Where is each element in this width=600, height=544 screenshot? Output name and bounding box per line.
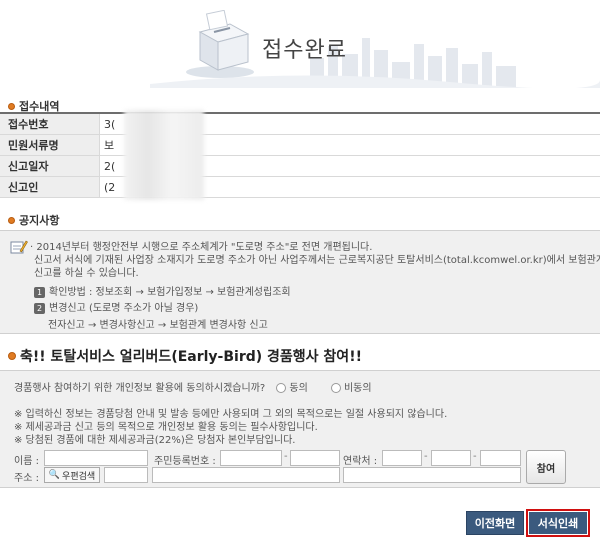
notice-step-1: 1 확인방법 : 정보조회 → 보험가입정보 → 보험관계성립조회 [34, 283, 291, 298]
print-form-button[interactable]: 서식인쇄 [526, 509, 590, 537]
event-title: 축!! 토탈서비스 얼리버드(Early-Bird) 경품행사 참여!! [8, 346, 362, 366]
rrn-back-input[interactable] [290, 450, 340, 466]
disagree-radio[interactable] [330, 383, 341, 393]
previous-screen-button[interactable]: 이전화면 [466, 511, 524, 535]
page-title: 접수완료 [262, 38, 347, 63]
notice-step-2: 2 변경신고 (도로명 주소가 아닐 경우) [34, 299, 198, 314]
mailbox-icon [186, 10, 254, 78]
row-label: 신고일자 [0, 156, 100, 176]
step-1-text: 확인방법 : 정보조회 → 보험가입정보 → 보험관계성립조회 [49, 287, 291, 298]
notice-section-label: 공지사항 [19, 214, 60, 227]
table-row: 신고인 (2 [0, 177, 600, 198]
join-button[interactable]: 참여 [526, 450, 566, 484]
table-row: 접수번호 3( [0, 114, 600, 135]
address-label: 주소 : [14, 473, 39, 484]
contact-label: 연락처 : [343, 456, 378, 467]
search-icon: 🔍 [48, 470, 61, 480]
consent-question-text: 경품행사 참여하기 위한 개인정보 활용에 동의하시겠습니까? [14, 383, 266, 394]
row-label: 신고인 [0, 177, 100, 197]
bullet-icon [8, 216, 15, 224]
event-note-3: ※ 당첨된 경품에 대한 제세공과금(22%)은 당첨자 본인부담입니다. [14, 435, 296, 446]
notice-box: · 2014년부터 행정안전부 시행으로 주소체계가 "도로명 주소"로 전면 … [0, 230, 600, 334]
name-input[interactable] [44, 450, 148, 466]
step-2-text: 변경신고 (도로명 주소가 아닐 경우) [49, 303, 199, 314]
name-label: 이름 : [14, 456, 39, 467]
rrn-label: 주민등록번호 : [154, 456, 216, 467]
consent-question: 경품행사 참여하기 위한 개인정보 활용에 동의하시겠습니까? 동의 비동의 [14, 379, 372, 394]
bullet-icon [8, 102, 15, 110]
phone-2-input[interactable] [431, 450, 471, 466]
page-header: 접수완료 [0, 0, 600, 88]
zip-search-label: 우편검색 [62, 471, 96, 482]
memo-pencil-icon [10, 240, 28, 254]
zip-search-button[interactable]: 🔍 우편검색 [44, 467, 100, 483]
step-number-badge: 2 [34, 302, 45, 314]
event-title-text: 축!! 토탈서비스 얼리버드(Early-Bird) 경품행사 참여!! [20, 349, 362, 365]
notice-line-3: 신고를 하실 수 있습니다. [34, 268, 139, 279]
bullet-icon [8, 352, 16, 360]
phone-dash-2: - [473, 451, 477, 462]
redaction-blur [124, 110, 204, 200]
step-number-badge: 1 [34, 286, 45, 298]
row-label: 민원서류명 [0, 135, 100, 155]
rrn-dash: - [284, 451, 288, 462]
receipt-table: 접수번호 3( 민원서류명 보 신고일자 2( 신고인 (2 [0, 112, 600, 198]
table-row: 신고일자 2( [0, 156, 600, 177]
agree-label: 동의 [289, 383, 308, 394]
address-detail-input[interactable] [343, 467, 521, 483]
phone-3-input[interactable] [480, 450, 521, 466]
rrn-front-input[interactable] [220, 450, 282, 466]
table-row: 민원서류명 보 [0, 135, 600, 156]
notice-section-title: 공지사항 [8, 212, 59, 228]
address-input[interactable] [152, 467, 340, 483]
phone-dash-1: - [424, 451, 428, 462]
agree-radio[interactable] [276, 383, 287, 393]
print-form-label: 서식인쇄 [529, 512, 587, 534]
notice-step-3: 전자신고 → 변경사항신고 → 보험관계 변경사항 신고 [48, 320, 268, 331]
phone-1-input[interactable] [382, 450, 422, 466]
disagree-label: 비동의 [343, 383, 372, 394]
row-label: 접수번호 [0, 114, 100, 134]
zipcode-input[interactable] [104, 467, 148, 483]
